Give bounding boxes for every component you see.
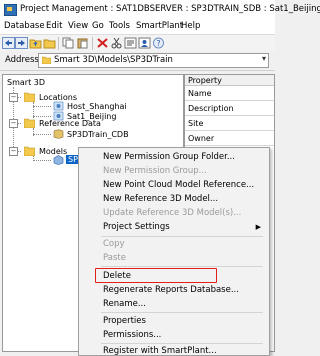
open-folder-icon[interactable] [43, 37, 56, 49]
cut-icon[interactable] [110, 37, 123, 49]
address-value: Smart 3D\Models\SP3DTrain [54, 55, 173, 65]
tree-connector [33, 134, 51, 135]
context-menu: New Permission Group Folder... New Permi… [78, 147, 270, 356]
window-title: Project Management : SAT1DBSERVER : SP3D… [20, 4, 320, 14]
folder-icon [24, 118, 35, 128]
menu-database[interactable]: Database [4, 21, 45, 31]
collapse-icon[interactable]: − [9, 147, 18, 156]
menu-item-paste[interactable]: Paste [103, 253, 126, 263]
toolbar-separator [58, 37, 59, 50]
menu-item-update-reference-3d-models[interactable]: Update Reference 3D Model(s)... [103, 208, 241, 218]
back-icon[interactable] [2, 37, 15, 49]
permissions-icon[interactable] [138, 37, 151, 49]
collapse-icon[interactable]: − [9, 119, 18, 128]
paste-icon[interactable] [76, 37, 89, 49]
tree-node-reference-data[interactable]: Reference Data [39, 119, 101, 128]
svg-text:?: ? [156, 39, 160, 48]
address-field[interactable]: Smart 3D\Models\SP3DTrain ▾ [38, 53, 269, 68]
property-header-label: Property [188, 76, 222, 85]
tree-root[interactable]: Smart 3D [7, 78, 45, 87]
menu-item-copy[interactable]: Copy [103, 239, 125, 249]
property-name: Owner [188, 134, 215, 143]
collapse-icon[interactable]: − [9, 93, 18, 102]
property-name: Description [188, 104, 234, 113]
menu-bar: Database Edit View Go Tools SmartPlant H… [0, 19, 275, 34]
menu-go[interactable]: Go [92, 21, 104, 31]
delete-icon[interactable] [96, 37, 109, 49]
menu-help[interactable]: Help [181, 21, 200, 31]
tree-connector [33, 106, 51, 107]
help-icon[interactable]: ? [152, 37, 165, 49]
forward-icon[interactable] [15, 37, 28, 49]
menu-tools[interactable]: Tools [109, 21, 130, 31]
property-row[interactable]: Site [185, 116, 274, 131]
menu-item-register-with-smartplant[interactable]: Register with SmartPlant... [103, 346, 217, 356]
address-bar: Address Smart 3D\Models\SP3DTrain ▾ [0, 51, 275, 71]
menu-item-properties[interactable]: Properties [103, 316, 146, 326]
menu-separator [101, 236, 263, 237]
chevron-down-icon[interactable]: ▾ [262, 54, 266, 63]
location-icon [53, 101, 64, 111]
properties-icon[interactable] [124, 37, 137, 49]
menu-item-new-permission-group[interactable]: New Permission Group... [103, 166, 207, 176]
menu-separator [101, 312, 263, 313]
property-row[interactable]: Name [185, 86, 274, 101]
menu-item-new-reference-3d-model[interactable]: New Reference 3D Model... [103, 194, 218, 204]
menu-item-permissions[interactable]: Permissions... [103, 330, 161, 340]
property-name: Site [188, 119, 204, 128]
property-header: Property [185, 75, 274, 86]
up-folder-icon[interactable] [29, 37, 42, 49]
menu-separator [101, 266, 263, 267]
folder-icon [24, 92, 35, 102]
tree-connector [33, 116, 51, 117]
folder-icon [24, 146, 35, 156]
highlight-annotation [95, 268, 217, 283]
tree-node-host-shanghai[interactable]: Host_Shanghai [67, 102, 127, 111]
submenu-arrow-icon: ▶ [255, 223, 261, 231]
property-name: Name [188, 89, 212, 98]
tree-node-sp3dtrain-cdb[interactable]: SP3DTrain_CDB [67, 130, 129, 139]
property-row[interactable]: Description [185, 101, 274, 116]
menu-item-new-permission-group-folder[interactable]: New Permission Group Folder... [103, 152, 235, 162]
folder-icon [42, 56, 51, 64]
menu-item-project-settings[interactable]: Project Settings [103, 222, 170, 232]
tree-connector [33, 160, 51, 161]
toolbar-separator [92, 37, 93, 50]
title-bar: Project Management : SAT1DBSERVER : SP3D… [0, 0, 320, 20]
menu-edit[interactable]: Edit [46, 21, 62, 31]
model-icon [53, 155, 64, 165]
menu-separator [101, 343, 263, 344]
menu-item-regenerate-reports-database[interactable]: Regenerate Reports Database... [103, 285, 239, 295]
menu-smartplant[interactable]: SmartPlant [136, 21, 183, 31]
menu-view[interactable]: View [68, 21, 88, 31]
app-icon [4, 4, 17, 16]
copy-icon[interactable] [62, 37, 75, 49]
menu-item-new-point-cloud-model-reference[interactable]: New Point Cloud Model Reference... [103, 180, 254, 190]
database-icon [53, 129, 64, 139]
property-row[interactable]: Owner [185, 131, 274, 146]
address-label: Address [5, 55, 39, 65]
menu-item-rename[interactable]: Rename... [103, 299, 146, 309]
